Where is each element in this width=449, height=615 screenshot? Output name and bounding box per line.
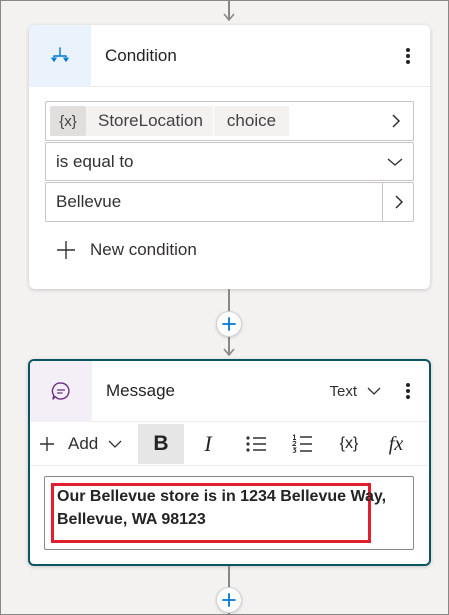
insert-variable-label: {x} <box>339 435 359 452</box>
value-field-divider <box>382 183 383 221</box>
variable-icon-text: {x} <box>59 112 77 130</box>
message-text-area[interactable]: Our Bellevue store is in 1234 Bellevue W… <box>44 476 414 550</box>
message-icon-box <box>30 361 92 422</box>
condition-icon-box <box>29 25 91 87</box>
condition-variable-field[interactable]: {x} StoreLocation choice <box>45 101 414 141</box>
message-text: Our Bellevue store is in 1234 Bellevue W… <box>57 488 387 528</box>
message-card-header: Message Text <box>30 361 429 422</box>
add-node-button[interactable] <box>216 311 242 337</box>
add-menu-button[interactable]: Add <box>39 424 131 464</box>
add-label: Add <box>68 434 99 453</box>
variable-token-icon: {x} <box>50 106 86 136</box>
condition-value: Bellevue <box>56 192 122 211</box>
chat-bubble-icon <box>51 382 70 400</box>
plus-icon <box>222 593 236 607</box>
operator-value: is equal to <box>56 151 134 171</box>
arrow-down-icon <box>223 13 235 21</box>
variable-type: choice <box>226 111 277 130</box>
bullet-list-button[interactable] <box>235 424 277 464</box>
plus-icon <box>57 241 75 259</box>
plus-icon <box>40 437 54 451</box>
variable-type-token: choice <box>213 106 290 136</box>
message-title: Message <box>106 381 175 400</box>
bullet-list-icon <box>246 436 266 452</box>
plus-icon <box>222 317 236 331</box>
chevron-right-icon[interactable] <box>394 194 404 210</box>
insert-formula-button[interactable]: fx <box>375 424 417 464</box>
insert-variable-button[interactable]: {x} <box>327 424 371 464</box>
numbered-list-icon <box>291 434 312 453</box>
condition-card[interactable]: Condition {x} StoreLocation choice is eq… <box>29 25 430 289</box>
italic-button[interactable]: I <box>187 424 229 464</box>
condition-value-field[interactable]: Bellevue <box>45 182 414 222</box>
operator-dropdown[interactable]: is equal to <box>45 142 414 181</box>
toolbar-divider <box>30 465 429 466</box>
condition-title: Condition <box>105 45 177 65</box>
message-more-options-icon[interactable] <box>400 380 416 402</box>
chevron-right-icon[interactable] <box>391 113 401 129</box>
condition-more-options-icon[interactable] <box>400 45 416 67</box>
italic-label: I <box>204 431 212 456</box>
variable-name-token: StoreLocation <box>86 106 213 136</box>
new-condition-label: New condition <box>90 240 197 259</box>
bold-button[interactable]: B <box>138 424 184 464</box>
add-node-button[interactable] <box>216 587 242 613</box>
chevron-down-icon <box>108 440 122 448</box>
new-condition-button[interactable]: New condition <box>55 239 197 261</box>
variable-name: StoreLocation <box>98 111 203 130</box>
numbered-list-button[interactable] <box>281 424 323 464</box>
chevron-down-icon <box>387 157 403 166</box>
arrow-down-icon <box>223 348 235 356</box>
chevron-down-icon <box>367 387 381 395</box>
condition-card-header: Condition <box>29 25 430 87</box>
message-type-value: Text <box>329 382 357 400</box>
bold-label: B <box>153 432 169 455</box>
formula-label: fx <box>388 432 404 455</box>
branch-icon <box>51 46 69 62</box>
message-type-dropdown[interactable]: Text <box>329 383 381 400</box>
